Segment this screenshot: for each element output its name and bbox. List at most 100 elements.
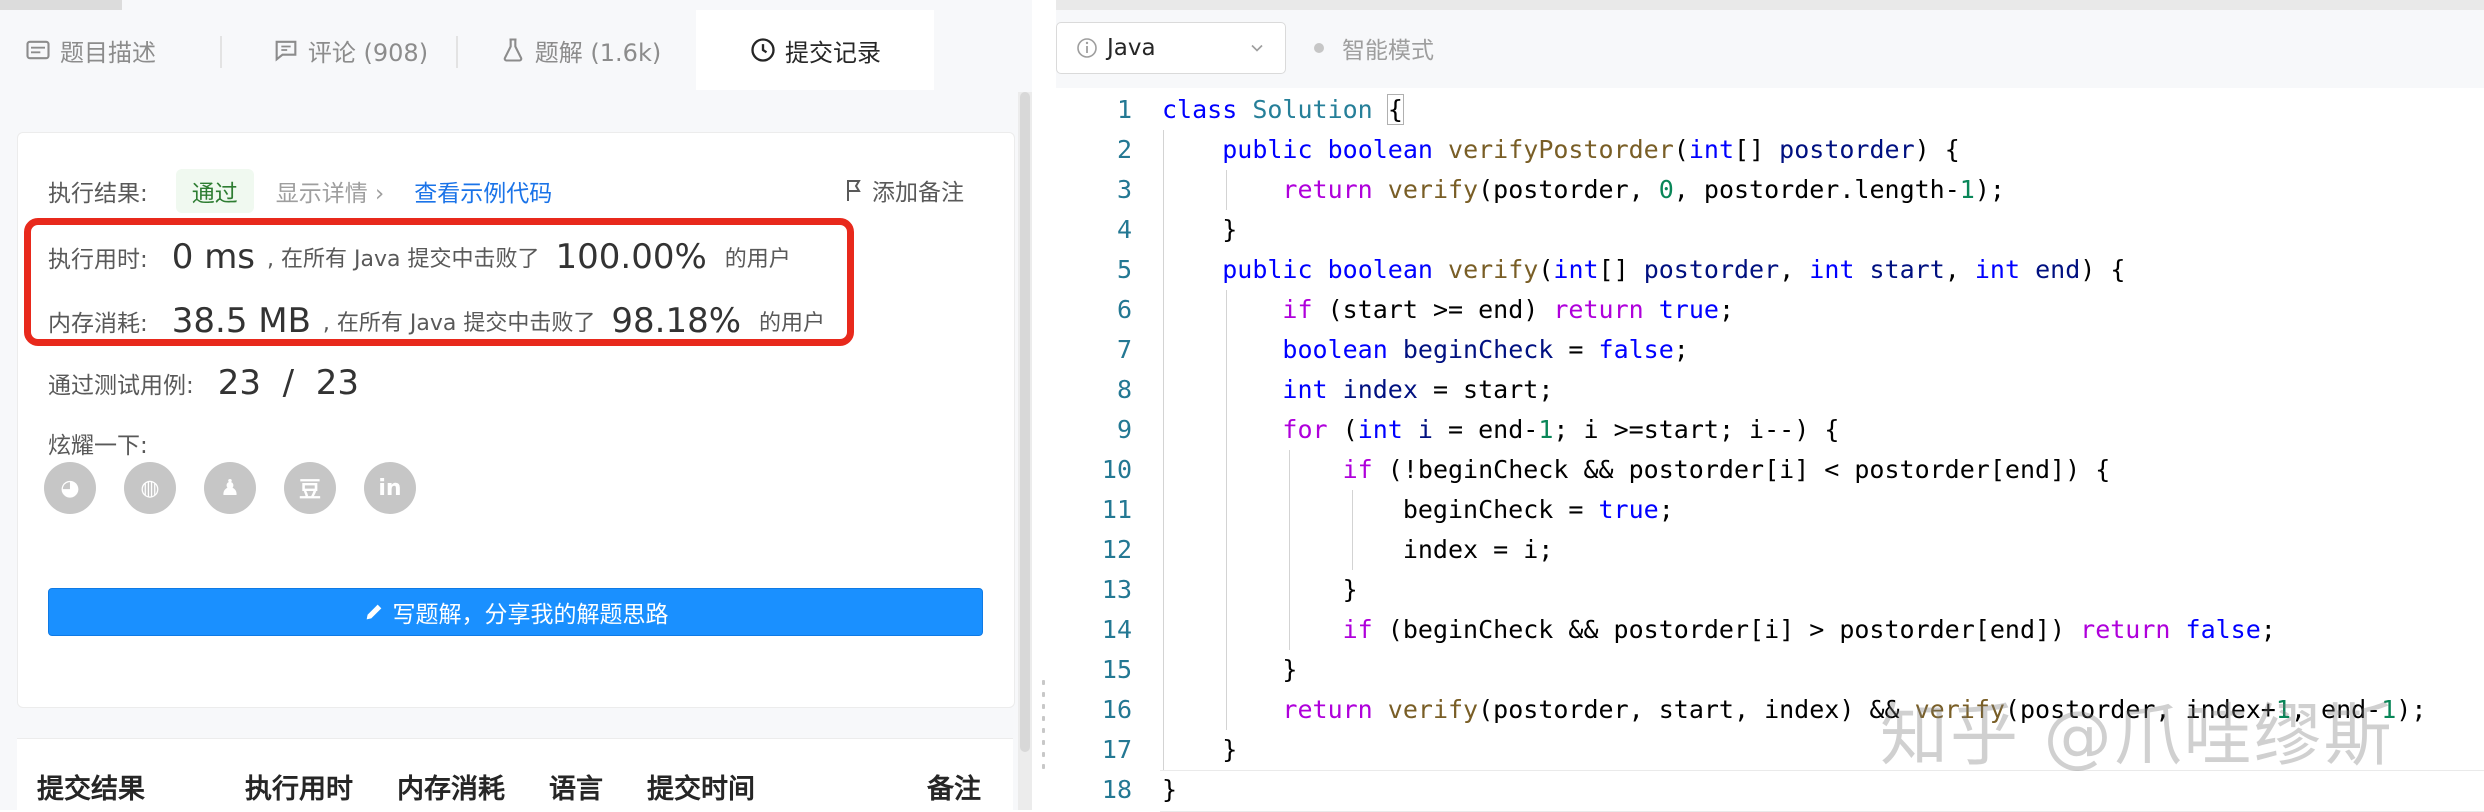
clock-icon xyxy=(751,38,775,62)
submission-table-header: 提交结果 执行用时 内存消耗 语言 提交时间 备注 xyxy=(17,738,1013,811)
col-language: 语言 xyxy=(549,774,603,805)
code-line-9: for (int i = end-1; i >=start; i--) { xyxy=(1282,415,1840,444)
col-memory: 内存消耗 xyxy=(397,774,505,805)
tests-label: 通过测试用例: xyxy=(48,373,194,399)
comment-icon xyxy=(275,40,297,62)
code-line-12: index = i; xyxy=(1162,535,1554,564)
code-line-7: boolean beginCheck = false; xyxy=(1282,335,1689,364)
line-number: 13 xyxy=(1101,575,1132,604)
line-number: 17 xyxy=(1101,735,1132,764)
code-line-2: public boolean verifyPostorder(int[] pos… xyxy=(1222,135,1960,164)
qq-icon[interactable]: ♟ xyxy=(204,462,256,514)
line-number: 12 xyxy=(1101,535,1132,564)
col-runtime: 执行用时 xyxy=(245,774,353,805)
tab-submissions[interactable]: 提交记录 xyxy=(696,10,934,90)
resizer-grip xyxy=(1042,704,1045,709)
line-number: 5 xyxy=(1116,255,1132,284)
line-number: 6 xyxy=(1116,295,1132,324)
flag-icon xyxy=(847,180,861,201)
line-number: 2 xyxy=(1116,135,1132,164)
tab-top-indicator xyxy=(0,0,122,10)
weibo-icon[interactable]: ◍ xyxy=(124,462,176,514)
line-number: 3 xyxy=(1116,175,1132,204)
code-line-17: } xyxy=(1162,735,1238,764)
line-number: 4 xyxy=(1116,215,1132,244)
col-time: 提交时间 xyxy=(647,774,755,805)
resizer-grip xyxy=(1042,752,1045,757)
code-line-14: if (beginCheck && postorder[i] > postord… xyxy=(1342,615,2276,644)
resizer-grip xyxy=(1042,692,1045,697)
resizer-grip xyxy=(1042,764,1045,769)
tab-solutions[interactable]: 题解 (1.6k) xyxy=(470,10,690,90)
smart-mode-toggle[interactable]: 智能模式 xyxy=(1314,22,1434,74)
submission-panel: 题目描述 评论 (908) 题解 (1.6k) 提交记录 执行结果: 通过 显示… xyxy=(0,0,1032,811)
line-number: 18 xyxy=(1101,775,1132,804)
code-line-10: if (!beginCheck && postorder[i] < postor… xyxy=(1342,455,2111,484)
line-number: 16 xyxy=(1101,695,1132,724)
panel-resizer[interactable] xyxy=(1032,0,1056,810)
tab-label: 题解 (1.6k) xyxy=(534,38,662,67)
share-icons: ◕ ◍ ♟ 豆 in xyxy=(44,462,444,514)
resizer-grip xyxy=(1042,680,1045,685)
highlight-box xyxy=(24,218,854,346)
code-line-8: int index = start; xyxy=(1282,375,1554,404)
example-code-link[interactable]: 查看示例代码 xyxy=(414,174,552,208)
details-link[interactable]: 显示详情 › xyxy=(276,174,385,208)
code-line-13: } xyxy=(1162,575,1358,604)
result-row: 执行结果: 通过 显示详情 › 查看示例代码 xyxy=(48,169,552,213)
tab-comments[interactable]: 评论 (908) xyxy=(240,10,460,90)
resizer-grip xyxy=(1042,716,1045,721)
smart-mode-label: 智能模式 xyxy=(1342,38,1434,64)
line-number: 14 xyxy=(1101,615,1132,644)
code-line-18: } xyxy=(1162,775,1178,804)
line-number: 15 xyxy=(1101,655,1132,684)
tab-bar: 题目描述 评论 (908) 题解 (1.6k) 提交记录 xyxy=(0,10,1032,90)
line-number: 1 xyxy=(1116,95,1132,124)
douban-icon[interactable]: 豆 xyxy=(284,462,336,514)
chevron-down-icon xyxy=(1251,44,1263,52)
tab-label: 题目描述 xyxy=(60,38,156,67)
code-line-15: } xyxy=(1162,655,1298,684)
add-note-label: 添加备注 xyxy=(872,180,964,206)
result-label: 执行结果: xyxy=(48,181,148,207)
tab-divider xyxy=(220,36,222,68)
linkedin-icon[interactable]: in xyxy=(364,462,416,514)
resizer-grip xyxy=(1042,740,1045,745)
tab-label: 评论 (908) xyxy=(307,38,429,67)
write-solution-button[interactable]: 写题解，分享我的解题思路 xyxy=(48,588,983,636)
status-badge: 通过 xyxy=(175,169,254,213)
code-line-4: } xyxy=(1162,215,1238,244)
code-line-11: beginCheck = true; xyxy=(1162,495,1674,524)
share-label: 炫耀一下: xyxy=(48,433,148,459)
language-value: Java xyxy=(1107,35,1156,61)
col-note: 备注 xyxy=(927,774,981,805)
tab-label: 提交记录 xyxy=(785,38,881,67)
dot-icon xyxy=(1314,43,1324,53)
tests-row: 通过测试用例: 23 / 23 xyxy=(48,355,359,411)
flask-icon xyxy=(503,38,523,62)
col-result: 提交结果 xyxy=(37,774,145,805)
line-number: 7 xyxy=(1116,335,1132,364)
add-note-button[interactable]: 添加备注 xyxy=(842,173,964,207)
line-number: 11 xyxy=(1101,495,1132,524)
tab-description[interactable]: 题目描述 xyxy=(0,10,180,90)
watermark: 知乎 @爪哇缪斯 xyxy=(1880,697,2394,776)
language-select[interactable]: Java xyxy=(1056,22,1286,74)
write-solution-label: 写题解，分享我的解题思路 xyxy=(392,602,669,628)
pencil-icon xyxy=(366,604,381,620)
resizer-grip xyxy=(1042,728,1045,733)
wechat-icon[interactable]: ◕ xyxy=(44,462,96,514)
line-number: 10 xyxy=(1101,455,1132,484)
share-row: 炫耀一下: xyxy=(48,423,148,463)
line-number: 9 xyxy=(1116,415,1132,444)
code-line-3: return verify(postorder, 0, postorder.le… xyxy=(1282,175,2005,204)
tests-value: 23 / 23 xyxy=(217,363,359,403)
tab-divider xyxy=(456,36,458,68)
description-icon xyxy=(26,40,50,60)
code-line-5: public boolean verify(int[] postorder, i… xyxy=(1222,255,2126,284)
code-line-6: if (start >= end) return true; xyxy=(1282,295,1735,324)
info-icon xyxy=(1077,38,1097,58)
scrollbar-thumb[interactable] xyxy=(1020,92,1030,752)
line-number: 8 xyxy=(1116,375,1132,404)
code-line-1: class Solution { xyxy=(1162,94,1404,125)
